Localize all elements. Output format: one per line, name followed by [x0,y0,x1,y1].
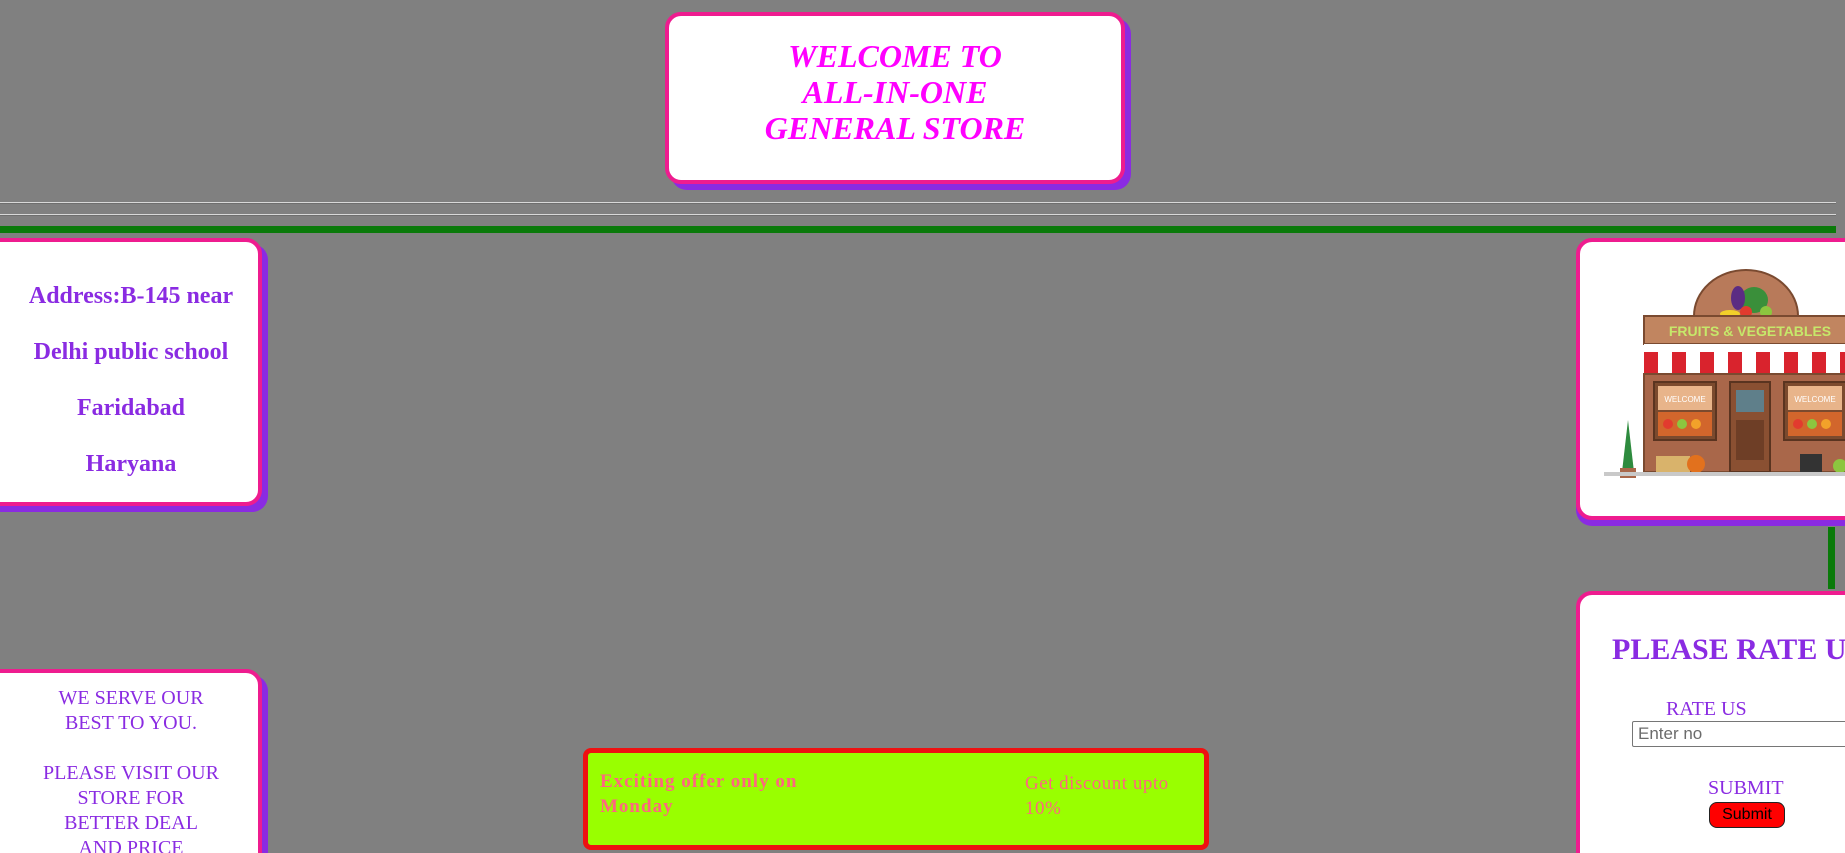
offer-banner: Exciting offer only on Monday Get discou… [583,748,1209,850]
address-line-1: Address:B-145 near [28,283,234,309]
divider-top-2 [0,214,1836,216]
serve-line-6: AND PRICE [78,837,184,853]
rating-input[interactable] [1632,721,1845,747]
window-right-text: WELCOME [1794,395,1835,404]
title-card: WELCOME TO ALL-IN-ONE GENERAL STORE [665,12,1125,184]
serve-line-4: STORE FOR [77,787,185,809]
serve-card: WE SERVE OUR BEST TO YOU. PLEASE VISIT O… [0,669,262,853]
page-title: WELCOME TO ALL-IN-ONE GENERAL STORE [765,38,1026,146]
rate-card: PLEASE RATE US RATE US SUBMIT Submit [1576,591,1845,853]
awning-stripes [1644,352,1845,374]
store-image-card: FRUITS & VEGETABLES WELCOME WELCOME [1576,238,1845,520]
divider-green [0,226,1836,233]
title-line-2: ALL-IN-ONE [802,74,988,110]
serve-line-5: BETTER DEAL [64,812,198,834]
submit-button[interactable]: Submit [1709,802,1785,828]
address-line-4: Haryana [85,451,177,477]
submit-label: SUBMIT [1708,777,1784,799]
window-left-text: WELCOME [1664,395,1705,404]
page: WELCOME TO ALL-IN-ONE GENERAL STORE Addr… [0,0,1845,853]
discount-text: Get discount upto 10% [1025,773,1169,819]
rate-heading: PLEASE RATE US [1612,633,1845,666]
address-card: Address:B-145 near Delhi public school F… [0,238,262,506]
store-sign-text: FRUITS & VEGETABLES [1669,323,1831,339]
divider-top-1 [0,202,1836,204]
offer-text: Exciting offer only on Monday [600,771,798,817]
serve-line-3: PLEASE VISIT OUR [43,762,219,784]
address-line-2: Delhi public school [33,339,229,365]
title-line-1: WELCOME TO [788,38,1002,74]
store-illustration: FRUITS & VEGETABLES WELCOME WELCOME [1604,269,1845,478]
serve-line-1: WE SERVE OUR [58,687,204,709]
title-line-3: GENERAL STORE [764,110,1026,146]
divider-green-vertical [1828,527,1835,589]
serve-line-2: BEST TO YOU. [64,712,198,734]
rate-us-label: RATE US [1666,698,1747,720]
address-line-3: Faridabad [76,395,186,421]
